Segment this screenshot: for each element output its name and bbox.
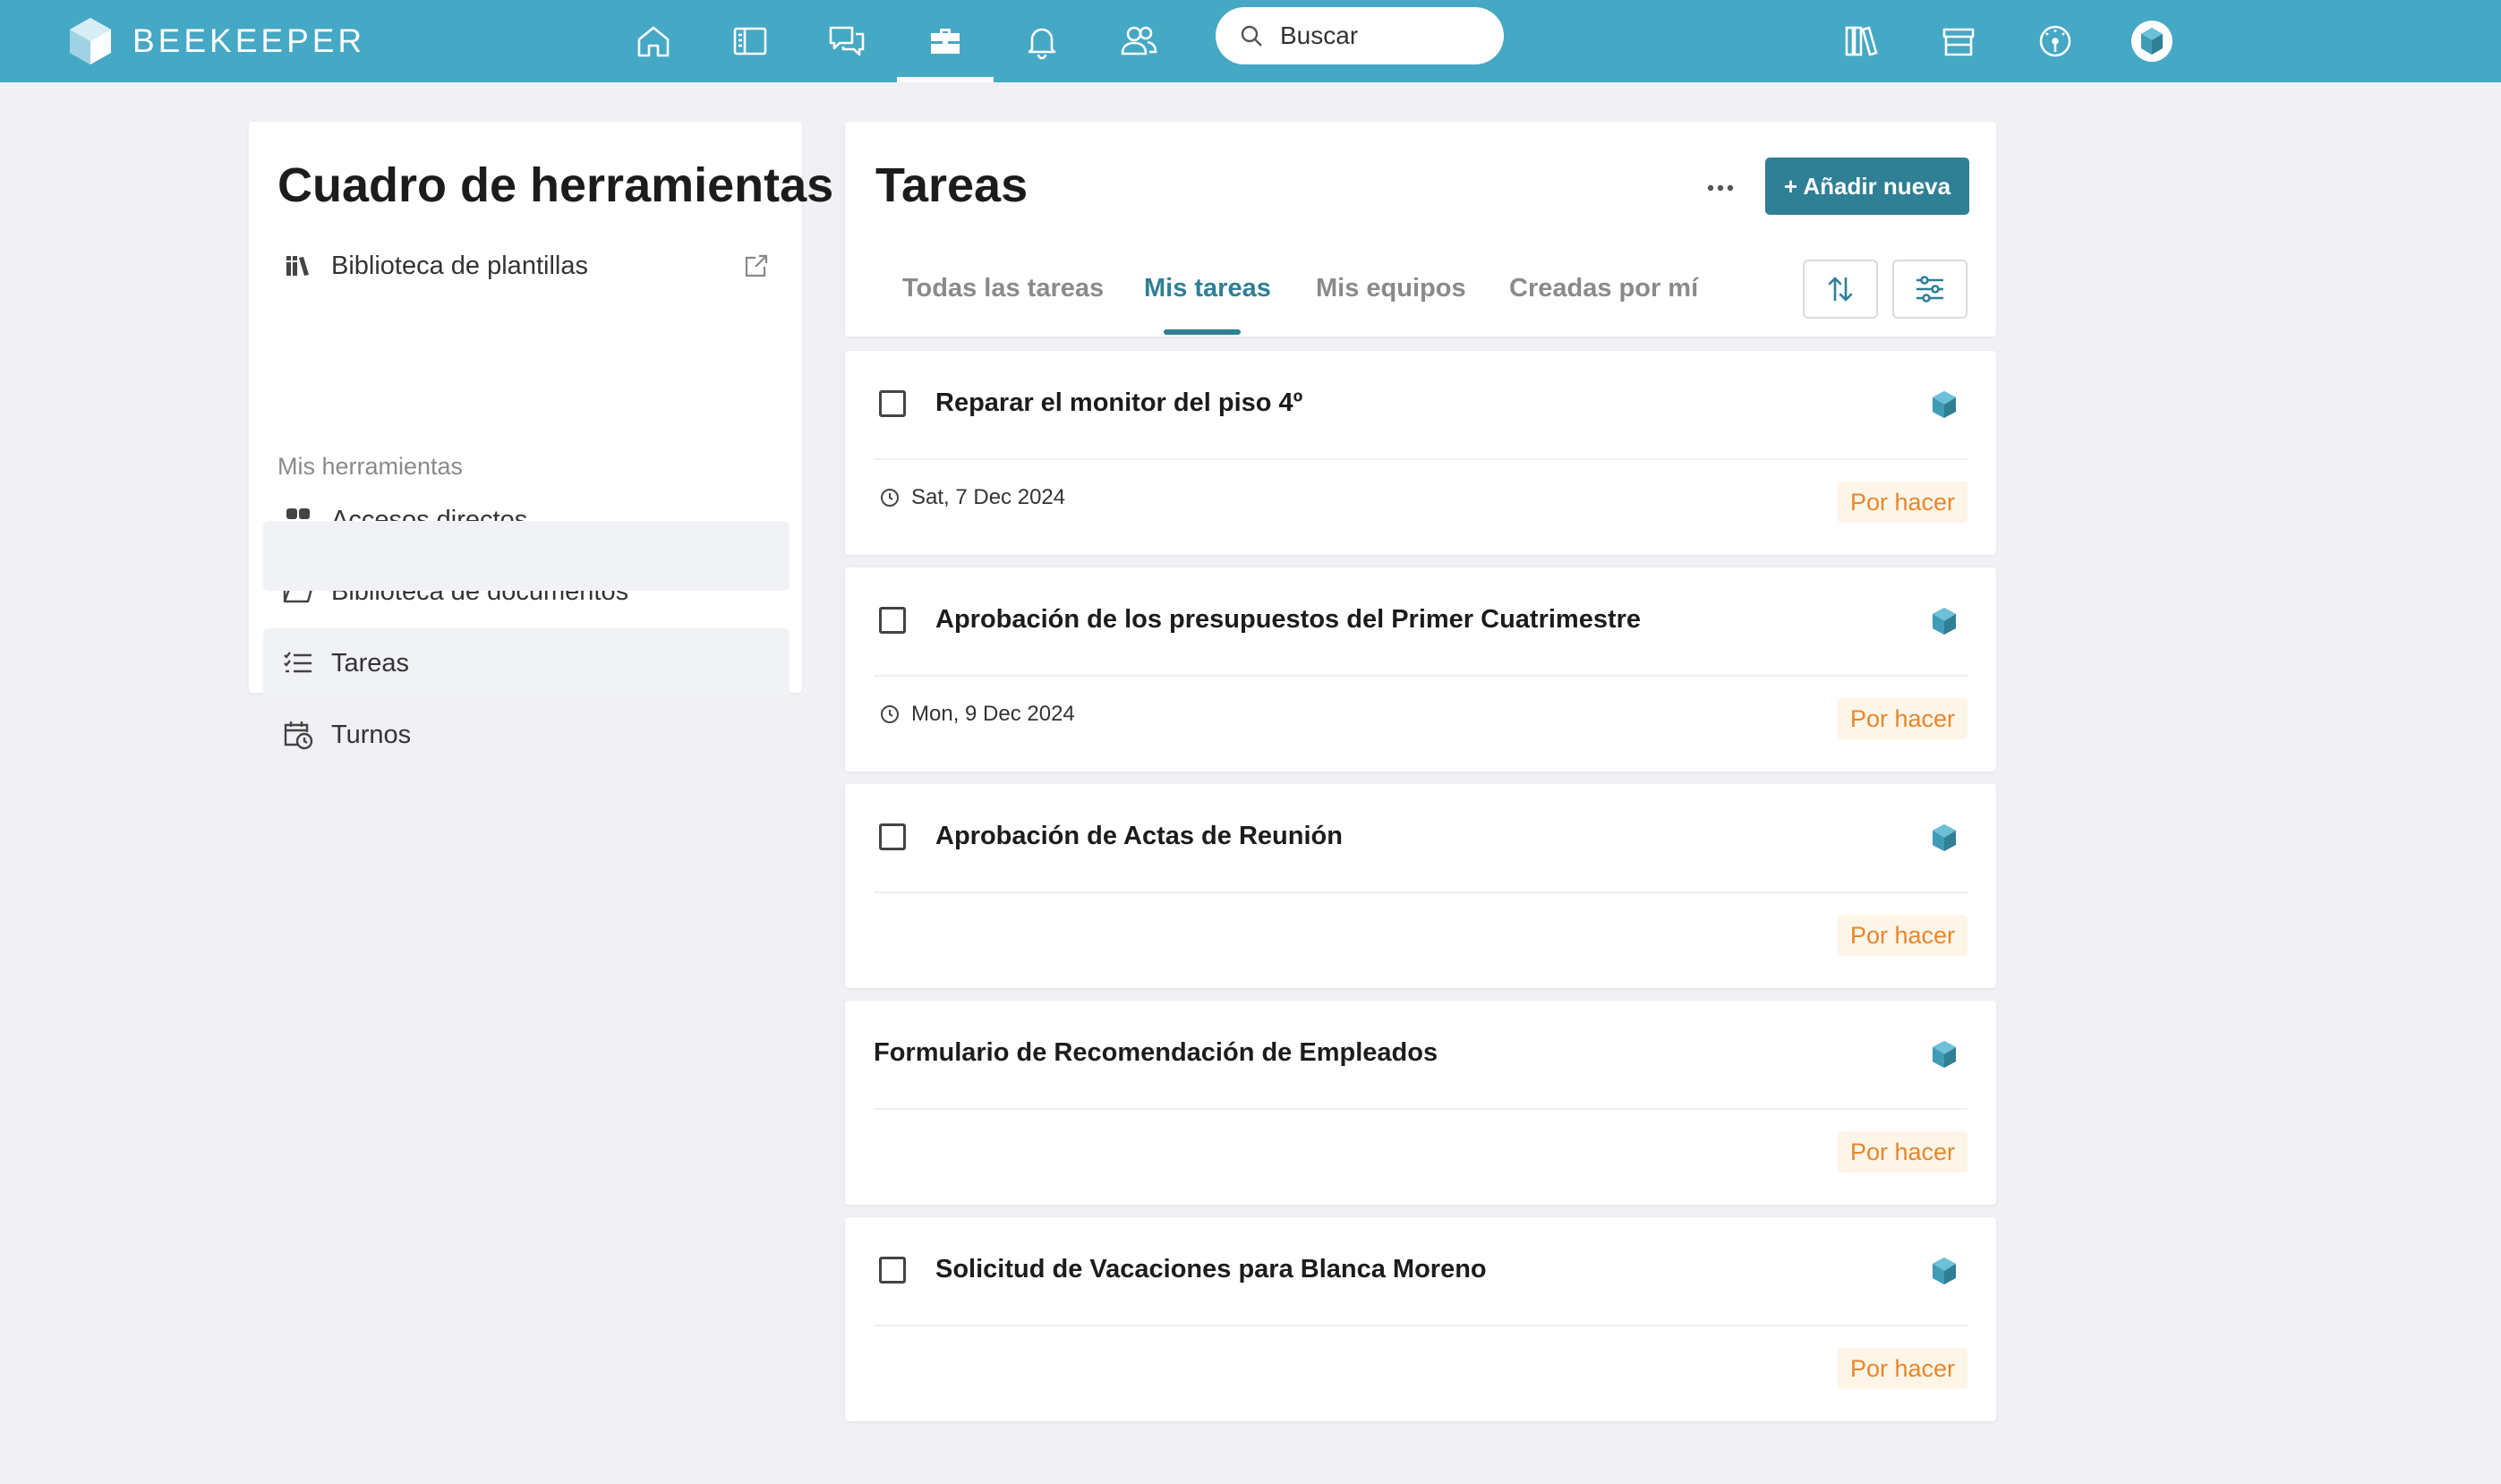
status-badge: Por hacer bbox=[1837, 1131, 1968, 1173]
task-card[interactable]: Solicitud de Vacaciones para Blanca More… bbox=[845, 1217, 1996, 1421]
tab-my-teams[interactable]: Mis equipos bbox=[1316, 274, 1466, 303]
search-input[interactable] bbox=[1280, 21, 1486, 50]
status-badge: Por hacer bbox=[1837, 698, 1968, 739]
task-title[interactable]: Aprobación de los presupuestos del Prime… bbox=[935, 605, 1641, 635]
divider bbox=[874, 1325, 1968, 1326]
active-tab-indicator bbox=[1164, 329, 1241, 335]
sidebar-item-tasks[interactable]: Tareas bbox=[263, 628, 790, 698]
task-title[interactable]: Aprobación de Actas de Reunión bbox=[935, 822, 1343, 851]
filter-button[interactable] bbox=[1892, 260, 1968, 319]
sidebar-item-shifts[interactable]: Turnos bbox=[263, 700, 790, 770]
more-options-button[interactable] bbox=[1695, 163, 1746, 213]
dashboard-icon[interactable] bbox=[2027, 13, 2084, 70]
divider bbox=[874, 458, 1968, 460]
more-icon bbox=[1707, 184, 1734, 192]
toolbox-icon[interactable] bbox=[917, 13, 974, 70]
library-icon bbox=[283, 251, 313, 281]
task-date-text: Sat, 7 Dec 2024 bbox=[911, 485, 1066, 509]
task-title[interactable]: Reparar el monitor del piso 4º bbox=[935, 388, 1302, 418]
divider bbox=[874, 891, 1968, 893]
bell-icon[interactable] bbox=[1013, 13, 1071, 70]
sort-button[interactable] bbox=[1803, 260, 1878, 319]
sidebar-item-template-library[interactable]: Biblioteca de plantillas bbox=[263, 231, 790, 301]
task-title[interactable]: Formulario de Recomendación de Empleados bbox=[874, 1038, 1438, 1068]
people-icon[interactable] bbox=[1110, 13, 1167, 70]
task-card[interactable]: Aprobación de Actas de Reunión Por hacer bbox=[845, 784, 1996, 988]
beekeeper-hexagon-icon bbox=[1933, 1041, 1956, 1068]
divider bbox=[874, 1108, 1968, 1110]
beekeeper-hexagon-icon bbox=[1933, 608, 1956, 635]
clock-icon bbox=[881, 705, 899, 723]
active-nav-indicator bbox=[897, 77, 994, 82]
task-card[interactable]: Reparar el monitor del piso 4º Sat, 7 De… bbox=[845, 351, 1996, 555]
profile-avatar[interactable] bbox=[2123, 13, 2181, 70]
sidebar-item-label: Biblioteca de plantillas bbox=[331, 251, 588, 280]
tab-my-tasks[interactable]: Mis tareas bbox=[1144, 274, 1271, 303]
tab-created-by-me[interactable]: Creadas por mí bbox=[1509, 274, 1698, 303]
sort-icon bbox=[1828, 277, 1853, 302]
page-title: Tareas bbox=[875, 158, 1029, 212]
task-card[interactable]: Aprobación de los presupuestos del Prime… bbox=[845, 567, 1996, 772]
beekeeper-hexagon-icon bbox=[1933, 391, 1956, 418]
chat-icon[interactable] bbox=[818, 13, 875, 70]
task-due-date: Mon, 9 Dec 2024 bbox=[879, 702, 1075, 727]
add-new-button[interactable]: + Añadir nueva bbox=[1765, 158, 1969, 215]
brand[interactable]: BEEKEEPER bbox=[68, 13, 365, 70]
calendar-clock-icon bbox=[283, 720, 313, 750]
tasks-icon bbox=[283, 648, 313, 678]
tab-all-tasks[interactable]: Todas las tareas bbox=[902, 274, 1104, 303]
top-navigation-bar: BEEKEEPER bbox=[0, 0, 2501, 82]
sliders-icon bbox=[1916, 276, 1943, 303]
task-card[interactable]: Formulario de Recomendación de Empleados… bbox=[845, 1001, 1996, 1205]
task-date-text: Mon, 9 Dec 2024 bbox=[911, 702, 1075, 726]
status-badge: Por hacer bbox=[1837, 482, 1968, 523]
task-checkbox[interactable] bbox=[879, 607, 906, 634]
status-badge: Por hacer bbox=[1837, 915, 1968, 956]
search-icon bbox=[1241, 25, 1262, 47]
status-badge: Por hacer bbox=[1837, 1348, 1968, 1389]
store-icon[interactable] bbox=[1930, 13, 1987, 70]
beekeeper-logo-icon bbox=[70, 18, 111, 64]
sidebar-item-label: Tareas bbox=[331, 648, 410, 678]
brand-name: BEEKEEPER bbox=[132, 22, 366, 59]
search-box[interactable] bbox=[1216, 7, 1504, 64]
toolbox-sidebar: Cuadro de herramientas Biblioteca de pla… bbox=[249, 122, 833, 750]
sidebar-title: Cuadro de herramientas bbox=[277, 158, 834, 212]
section-label-my-tools: Mis herramientas bbox=[277, 453, 464, 480]
news-icon[interactable] bbox=[721, 13, 779, 70]
tasks-header: Tareas + Añadir nueva Todas las tareas M… bbox=[845, 122, 1996, 337]
clock-icon bbox=[881, 489, 899, 507]
divider bbox=[874, 675, 1968, 677]
task-checkbox[interactable] bbox=[879, 390, 906, 417]
task-checkbox[interactable] bbox=[879, 823, 906, 850]
external-link-icon[interactable] bbox=[743, 252, 770, 279]
beekeeper-hexagon-icon bbox=[1933, 1258, 1956, 1284]
beekeeper-hexagon-icon bbox=[1933, 824, 1956, 851]
sidebar-item-label: Turnos bbox=[331, 720, 412, 749]
home-icon[interactable] bbox=[625, 13, 682, 70]
library-icon[interactable] bbox=[1833, 13, 1891, 70]
sidebar-item-tasks-bg bbox=[263, 521, 790, 591]
task-checkbox[interactable] bbox=[879, 1257, 906, 1284]
task-due-date: Sat, 7 Dec 2024 bbox=[879, 485, 1065, 510]
task-title[interactable]: Solicitud de Vacaciones para Blanca More… bbox=[935, 1255, 1487, 1284]
